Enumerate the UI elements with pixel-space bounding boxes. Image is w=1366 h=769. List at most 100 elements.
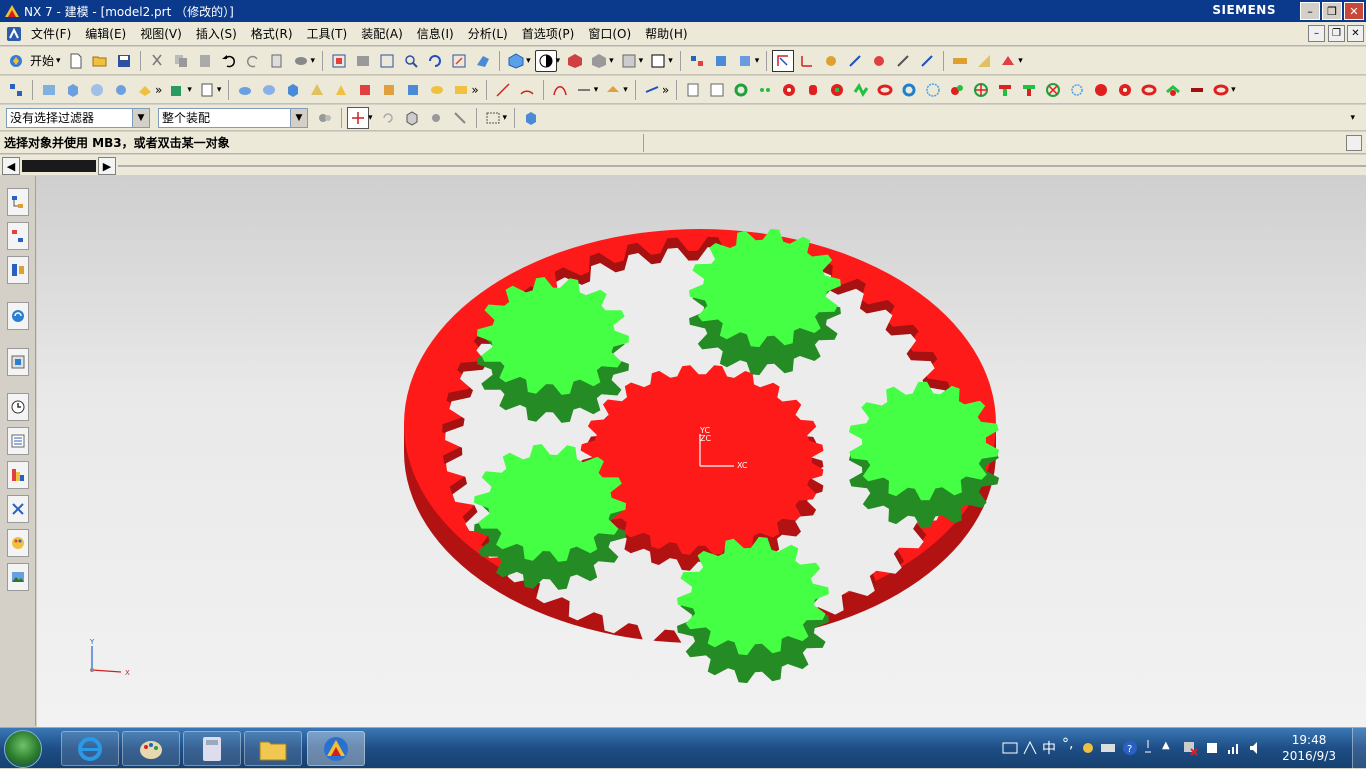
select-face-icon[interactable] [401, 107, 423, 129]
windows-start-button[interactable] [4, 730, 42, 768]
repeat-command-icon[interactable] [266, 50, 288, 72]
constraint-navigator-tab-icon[interactable] [7, 222, 29, 250]
red-chain-icon[interactable] [1138, 79, 1160, 101]
assembly-filter-icon[interactable] [314, 107, 336, 129]
menu-analysis[interactable]: 分析(L) [461, 25, 515, 42]
selection-filter-dropdown[interactable]: 没有选择过滤器 ▼ [6, 107, 150, 128]
chevron-down-icon[interactable]: ▾ [56, 56, 61, 66]
background-icon[interactable] [618, 50, 640, 72]
select-icon[interactable] [772, 49, 795, 72]
paint-icon[interactable] [122, 731, 180, 766]
taskbar-clock[interactable]: 19:48 2016/9/3 [1282, 732, 1336, 764]
clock-history-icon[interactable] [7, 393, 29, 421]
menu-tools[interactable]: 工具(T) [300, 25, 355, 42]
render-style-icon[interactable] [564, 50, 586, 72]
chevron-down-icon[interactable]: ▾ [1350, 113, 1355, 123]
roles-icon[interactable] [7, 461, 29, 489]
boss-icon[interactable] [354, 79, 376, 101]
pocket-icon[interactable] [378, 79, 400, 101]
show-desktop-button[interactable] [1352, 728, 1366, 769]
menu-assemblies[interactable]: 装配(A) [354, 25, 410, 42]
chevron-down-icon[interactable]: ▾ [503, 113, 508, 123]
chevron-down-icon[interactable]: ▾ [1231, 85, 1236, 95]
zoom-in-out-icon[interactable] [400, 50, 422, 72]
chevron-down-icon[interactable]: ▾ [526, 56, 531, 66]
nx-taskbar-icon[interactable] [307, 731, 365, 766]
red-green-blob-icon[interactable] [946, 79, 968, 101]
file-explorer-icon[interactable] [244, 731, 302, 766]
palette-icon[interactable] [7, 529, 29, 557]
line-icon[interactable] [492, 79, 514, 101]
cut-icon[interactable] [146, 50, 168, 72]
arc-icon[interactable] [516, 79, 538, 101]
empty-square-icon[interactable] [706, 79, 728, 101]
keyboard-icon[interactable] [1002, 740, 1018, 756]
start-icon[interactable] [5, 50, 27, 72]
pan-icon[interactable] [448, 50, 470, 72]
slot-icon[interactable] [426, 79, 448, 101]
zoom-icon[interactable] [376, 50, 398, 72]
pad-icon[interactable] [402, 79, 424, 101]
chevron-up-icon[interactable]: ▲ [1162, 740, 1170, 751]
chevron-down-icon[interactable]: ▾ [609, 56, 614, 66]
close-button[interactable]: ✕ [1344, 2, 1364, 20]
chevron-right-icon[interactable]: ▶ [98, 157, 116, 175]
chevron-down-icon[interactable]: ▾ [217, 85, 222, 95]
blue-ring-icon[interactable] [898, 79, 920, 101]
point-icon[interactable] [892, 50, 914, 72]
chevron-down-icon[interactable]: ▾ [556, 56, 561, 66]
planetary-gear-model[interactable]: YC ZC XC Y X [37, 176, 1366, 727]
chevron-down-icon[interactable]: ▾ [594, 85, 599, 95]
block-icon[interactable] [282, 79, 304, 101]
doc-restore-button[interactable]: ❐ [1328, 25, 1345, 42]
groove-icon[interactable] [450, 79, 472, 101]
blend-icon[interactable] [110, 79, 132, 101]
chevron-down-icon[interactable]: ▾ [1018, 56, 1023, 66]
menu-file[interactable]: 文件(F) [24, 25, 78, 42]
blank-sheet-icon[interactable] [682, 79, 704, 101]
reuse-library-icon[interactable] [7, 495, 29, 523]
shaded-with-edges-icon[interactable] [534, 49, 557, 72]
menu-insert[interactable]: 插入(S) [189, 25, 244, 42]
paste-icon[interactable] [194, 50, 216, 72]
undo-selection-icon[interactable] [377, 107, 399, 129]
active-tab-indicator[interactable] [22, 160, 96, 172]
restore-button[interactable]: ❐ [1322, 2, 1342, 20]
red-cylinder-icon[interactable] [802, 79, 824, 101]
new-file-icon[interactable] [65, 50, 87, 72]
ruler-icon[interactable] [949, 50, 971, 72]
ime-settings-icon[interactable] [1080, 740, 1096, 756]
chevron-down-icon[interactable]: ▾ [187, 85, 192, 95]
green-t-icon[interactable] [1018, 79, 1040, 101]
red-t-icon[interactable] [994, 79, 1016, 101]
internet-explorer-icon[interactable] [61, 731, 119, 766]
ime-tool-icon[interactable] [1022, 740, 1038, 756]
chevron-down-icon[interactable]: ▾ [639, 56, 644, 66]
image-icon[interactable] [7, 563, 29, 591]
more-tools-icon[interactable]: » [155, 83, 162, 97]
soft-keyboard-icon[interactable] [1100, 740, 1116, 756]
snap-icon[interactable] [868, 50, 890, 72]
chevron-down-icon[interactable]: ▼ [132, 108, 149, 127]
more-tools-icon[interactable]: » [471, 83, 478, 97]
redo-icon[interactable] [242, 50, 264, 72]
more-tools-icon[interactable]: » [662, 83, 669, 97]
chevron-down-icon[interactable]: ▾ [755, 56, 760, 66]
shape-b-icon[interactable] [258, 79, 280, 101]
save-icon[interactable] [113, 50, 135, 72]
menu-help[interactable]: 帮助(H) [638, 25, 694, 42]
menu-format[interactable]: 格式(R) [244, 25, 300, 42]
open-folder-icon[interactable] [89, 50, 111, 72]
extrude-icon[interactable] [62, 79, 84, 101]
calculator-icon[interactable] [183, 731, 241, 766]
perspective-icon[interactable] [472, 50, 494, 72]
snap-point-toggle-icon[interactable] [347, 106, 369, 129]
network-error-icon[interactable] [1182, 740, 1198, 756]
graphics-viewport[interactable]: YC ZC XC Y X [37, 176, 1366, 727]
shape-a-icon[interactable] [234, 79, 256, 101]
red-bar-icon[interactable] [1186, 79, 1208, 101]
datum-plane-icon[interactable] [134, 79, 156, 101]
menu-edit[interactable]: 编辑(E) [78, 25, 133, 42]
help-icon[interactable]: ? [1122, 740, 1138, 756]
select-body-icon[interactable] [520, 107, 542, 129]
